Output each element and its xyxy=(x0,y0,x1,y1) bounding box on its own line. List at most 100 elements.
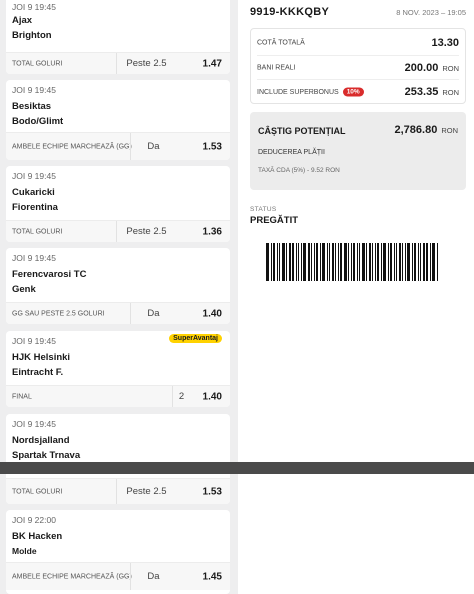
total-odds-value: 13.30 xyxy=(431,37,459,49)
odd-value: 1.53 xyxy=(202,486,222,497)
barcode-bar xyxy=(329,243,330,281)
market-label: TOTAL GOLURI xyxy=(12,228,63,235)
barcode-bar xyxy=(414,243,416,281)
bet-footer: TOTAL GOLURI Peste 2.5 1.53 xyxy=(6,478,230,504)
barcode-bar xyxy=(319,243,321,281)
potential-win-label: CÂȘTIG POTENȚIAL xyxy=(258,126,346,136)
barcode-bar xyxy=(313,243,315,281)
market-label: AMBELE ECHIPE MARCHEAZĂ (GG) xyxy=(12,573,132,580)
barcode-bar xyxy=(350,243,352,281)
barcode-bar xyxy=(380,243,382,281)
bet-list[interactable]: JOI 9 19:45 Ajax Brighton TOTAL GOLURI P… xyxy=(0,0,238,462)
barcode-bar xyxy=(300,243,302,281)
selection: Da xyxy=(130,303,176,324)
barcode-bar xyxy=(286,243,287,281)
bet-list-continued[interactable]: TOTAL GOLURI Peste 2.5 1.53 JOI 9 22:00 … xyxy=(0,474,238,594)
barcode-bar xyxy=(281,243,285,281)
superbonus-row: INCLUDE SUPERBONUS 10% 253.35 RON xyxy=(257,79,459,103)
ticket-panel-blank xyxy=(238,474,474,594)
currency-label: RON xyxy=(441,126,458,135)
superbonus-label: INCLUDE SUPERBONUS 10% xyxy=(257,87,364,96)
barcode-bar xyxy=(426,243,428,281)
barcode-bar xyxy=(273,243,275,281)
match-time: JOI 9 19:45 xyxy=(12,253,56,263)
ticket-id: 9919-KKKQBY xyxy=(250,6,330,18)
market-label: TOTAL GOLURI xyxy=(12,60,63,67)
odd-value: 1.40 xyxy=(202,391,222,402)
home-team: Besiktas xyxy=(12,101,52,112)
barcode-bar xyxy=(366,243,367,281)
bet-footer: AMBELE ECHIPE MARCHEAZĂ (GG) Da 1.45 xyxy=(6,562,230,590)
barcode-bar xyxy=(429,243,431,281)
match-time: JOI 9 22:00 xyxy=(12,515,56,525)
potential-win-box: CÂȘTIG POTENȚIAL 2,786.80 RON DEDUCEREA P… xyxy=(250,112,466,190)
status-label: STATUS xyxy=(250,206,277,213)
home-team: Nordsjalland xyxy=(12,435,70,446)
match-time: JOI 9 19:45 xyxy=(12,336,56,346)
bet-card[interactable]: TOTAL GOLURI Peste 2.5 1.53 xyxy=(6,474,230,504)
ticket-date: 8 NOV. 2023 – 19:05 xyxy=(396,8,466,17)
barcode-bar xyxy=(316,243,318,281)
barcode-bar xyxy=(396,243,397,281)
barcode-bar xyxy=(311,243,312,281)
barcode-bar xyxy=(361,243,365,281)
barcode-bar xyxy=(292,243,294,281)
potential-win-value: 2,786.80 RON xyxy=(395,124,459,136)
selection: Peste 2.5 xyxy=(116,479,176,504)
home-team: Ferencvarosi TC xyxy=(12,269,87,280)
barcode-bar xyxy=(337,243,339,281)
match-time: JOI 9 19:45 xyxy=(12,85,56,95)
barcode-bar xyxy=(436,243,438,281)
barcode-bar xyxy=(307,243,310,281)
real-money-value: 200.00 RON xyxy=(405,62,459,74)
odd-value: 1.45 xyxy=(202,571,222,582)
market-label: GG SAU PESTE 2.5 GOLURI xyxy=(12,310,105,317)
barcode-bar xyxy=(288,243,291,281)
odd-value: 1.47 xyxy=(202,58,222,69)
barcode-bar xyxy=(402,243,403,281)
match-time: JOI 9 19:45 xyxy=(12,171,56,181)
selection: Da xyxy=(130,563,176,590)
bottom-pane: TOTAL GOLURI Peste 2.5 1.53 JOI 9 22:00 … xyxy=(0,474,474,594)
barcode-bar xyxy=(270,243,272,281)
barcode-bar xyxy=(374,243,376,281)
barcode-bar xyxy=(266,243,269,281)
barcode-bar xyxy=(377,243,379,281)
bet-card[interactable]: JOI 9 19:45 Ferencvarosi TC Genk GG SAU … xyxy=(6,248,230,324)
bet-card[interactable]: JOI 9 22:00 BK Hacken Molde AMBELE ECHIP… xyxy=(6,510,230,594)
barcode-bar xyxy=(348,243,349,281)
barcode-bar xyxy=(383,243,386,281)
barcode-bar xyxy=(356,243,358,281)
barcode xyxy=(266,243,448,281)
bet-card[interactable]: JOI 9 19:45 SuperAvantaj HJK Helsinki Ei… xyxy=(6,331,230,407)
ticket-summary: COTĂ TOTALĂ 13.30 BANI REALI 200.00 RON I… xyxy=(250,28,466,104)
match-time: JOI 9 19:45 xyxy=(12,2,56,12)
away-team: Fiorentina xyxy=(12,202,58,213)
market-label: AMBELE ECHIPE MARCHEAZĂ (GG) xyxy=(12,143,132,150)
top-pane: JOI 9 19:45 Ajax Brighton TOTAL GOLURI P… xyxy=(0,0,474,462)
real-money-row: BANI REALI 200.00 RON xyxy=(257,55,459,79)
bet-card[interactable]: JOI 9 19:45 Nordsjalland Spartak Trnava xyxy=(6,414,230,462)
bet-footer: GG SAU PESTE 2.5 GOLURI Da 1.40 xyxy=(6,302,230,324)
barcode-bar xyxy=(359,243,360,281)
barcode-bar xyxy=(353,243,355,281)
real-money-label: BANI REALI xyxy=(257,64,296,71)
market-label: TOTAL GOLURI xyxy=(12,488,63,495)
market-label: FINAL xyxy=(12,393,32,400)
superbonus-value: 253.35 RON xyxy=(405,86,459,98)
barcode-bar xyxy=(298,243,299,281)
ticket-panel: 9919-KKKQBY 8 NOV. 2023 – 19:05 COTĂ TOT… xyxy=(238,0,474,462)
real-money-amount: 200.00 xyxy=(404,61,439,74)
bet-card[interactable]: JOI 9 19:45 Ajax Brighton TOTAL GOLURI P… xyxy=(6,0,230,74)
barcode-bar xyxy=(322,243,325,281)
pane-divider xyxy=(0,462,474,474)
home-team: Cukaricki xyxy=(12,187,55,198)
payment-deduction-link[interactable]: DEDUCEREA PLĂȚII xyxy=(258,149,325,156)
barcode-bar xyxy=(343,243,347,281)
selection: Da xyxy=(130,133,176,160)
bet-footer: TOTAL GOLURI Peste 2.5 1.36 xyxy=(6,220,230,242)
home-team: Ajax xyxy=(12,15,33,26)
bet-card[interactable]: JOI 9 19:45 Besiktas Bodo/Glimt AMBELE E… xyxy=(6,80,230,160)
total-odds-label: COTĂ TOTALĂ xyxy=(257,39,305,47)
bet-card[interactable]: JOI 9 19:45 Cukaricki Fiorentina TOTAL G… xyxy=(6,166,230,242)
